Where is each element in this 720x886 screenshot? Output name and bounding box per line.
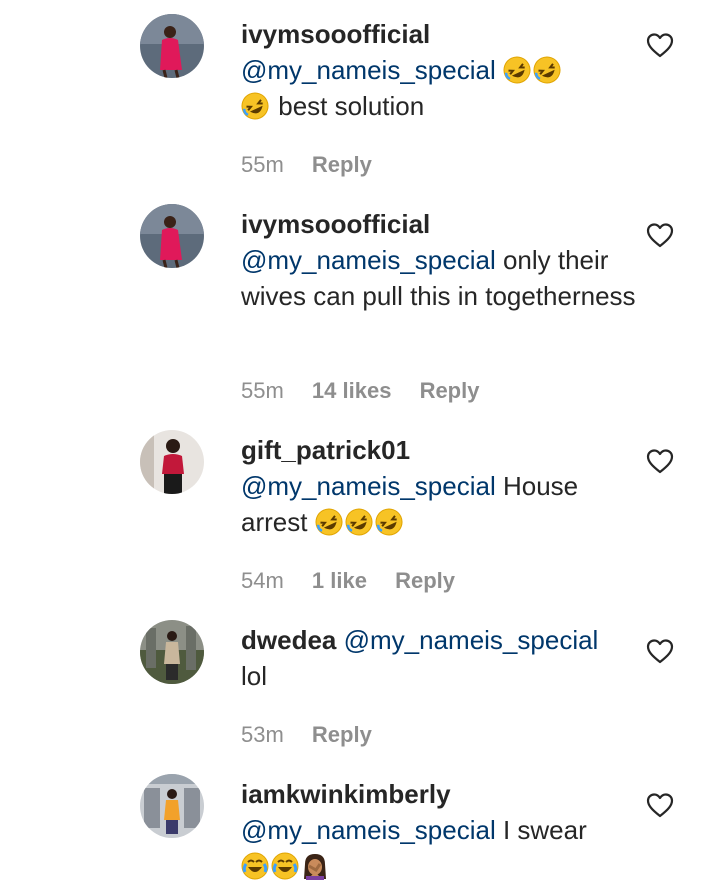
comment-text: dwedea @my_nameis_special lol (241, 622, 641, 694)
rofl-emoji (315, 508, 343, 536)
reply-button[interactable]: Reply (312, 152, 372, 177)
comment-text: ivymsooofficial @my_nameis_special only … (241, 206, 641, 314)
reply-button[interactable]: Reply (420, 378, 480, 403)
heart-icon[interactable] (646, 222, 674, 248)
username[interactable]: dwedea (241, 625, 336, 655)
comment-text: iamkwinkimberly @my_nameis_special I swe… (241, 776, 641, 884)
avatar[interactable] (140, 774, 204, 838)
reply-button[interactable]: Reply (395, 568, 455, 593)
comment-message: I swear (502, 815, 587, 845)
tears-of-joy-emoji (271, 852, 299, 880)
comment-meta: 54m 1 like Reply (241, 568, 477, 594)
username[interactable]: gift_patrick01 (241, 435, 410, 465)
username[interactable]: ivymsooofficial (241, 19, 430, 49)
heart-icon[interactable] (646, 32, 674, 58)
comment-meta: 55m 14 likes Reply (241, 378, 501, 404)
rofl-emoji (503, 56, 531, 84)
likes-count[interactable]: 14 likes (312, 378, 392, 403)
avatar[interactable] (140, 14, 204, 78)
heart-icon[interactable] (646, 448, 674, 474)
likes-count[interactable]: 1 like (312, 568, 367, 593)
rofl-emoji (375, 508, 403, 536)
rofl-emoji (533, 56, 561, 84)
mention-link[interactable]: @my_nameis_special (344, 625, 599, 655)
mention-link[interactable]: @my_nameis_special (241, 815, 496, 845)
tears-of-joy-emoji (241, 852, 269, 880)
comment-meta: 55m Reply (241, 152, 394, 178)
username[interactable]: ivymsooofficial (241, 209, 430, 239)
avatar[interactable] (140, 620, 204, 684)
reply-button[interactable]: Reply (312, 722, 372, 747)
username[interactable]: iamkwinkimberly (241, 779, 451, 809)
mention-link[interactable]: @my_nameis_special (241, 55, 496, 85)
comment-text: ivymsooofficial @my_nameis_special best … (241, 16, 641, 124)
avatar[interactable] (140, 430, 204, 494)
comment-meta: 53m Reply (241, 722, 394, 748)
heart-icon[interactable] (646, 638, 674, 664)
avatar[interactable] (140, 204, 204, 268)
timestamp: 55m (241, 378, 284, 403)
mention-link[interactable]: @my_nameis_special (241, 471, 496, 501)
facepalm-emoji (301, 852, 329, 880)
timestamp: 53m (241, 722, 284, 747)
timestamp: 55m (241, 152, 284, 177)
comment-message: lol (241, 661, 268, 691)
timestamp: 54m (241, 568, 284, 593)
heart-icon[interactable] (646, 792, 674, 818)
comment-message: best solution (278, 91, 425, 121)
mention-link[interactable]: @my_nameis_special (241, 245, 496, 275)
comment-text: gift_patrick01 @my_nameis_special House … (241, 432, 641, 540)
rofl-emoji (241, 92, 269, 120)
rofl-emoji (345, 508, 373, 536)
